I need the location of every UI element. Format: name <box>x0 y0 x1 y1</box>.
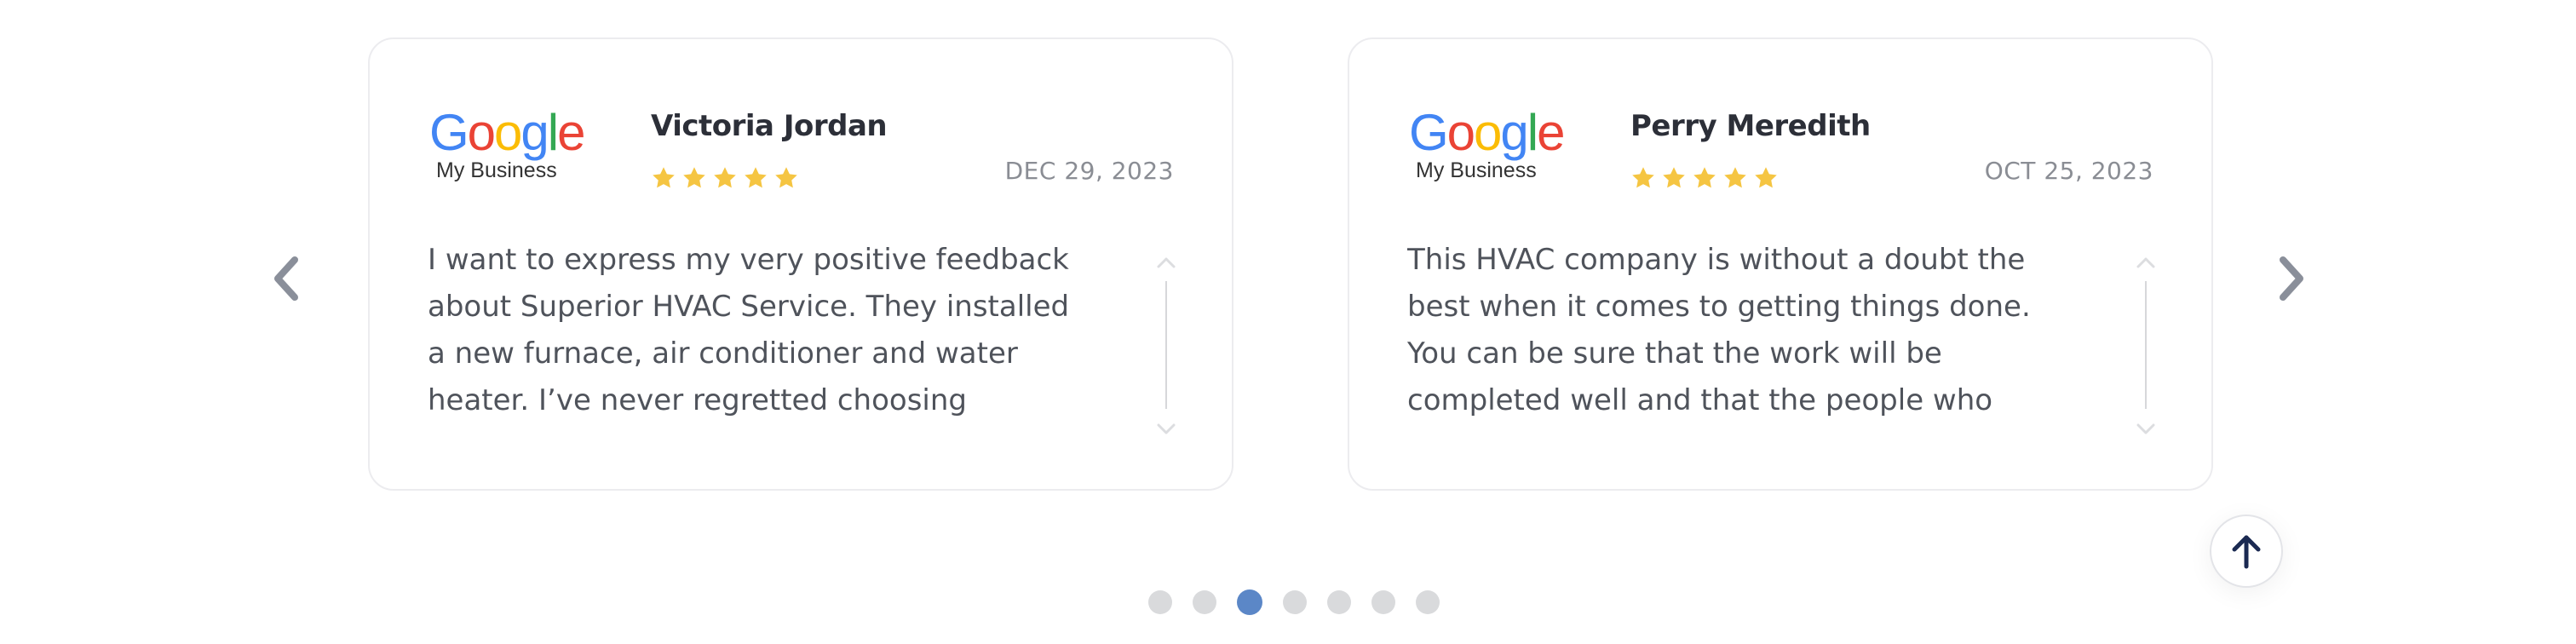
pagination-dot[interactable] <box>1148 590 1172 614</box>
platform-product: My Business <box>436 158 557 182</box>
back-to-top-button[interactable] <box>2210 515 2283 588</box>
review-text: This HVAC company is without a doubt the… <box>1407 243 2031 417</box>
chevron-up-icon[interactable] <box>1153 252 1179 273</box>
chevron-down-icon[interactable] <box>2133 419 2159 440</box>
star-icon <box>1632 167 1654 188</box>
star-icon <box>1693 167 1716 188</box>
scrollbar-track-line <box>1165 281 1167 409</box>
reviewer-name: Perry Meredith <box>1630 109 1871 143</box>
review-scrollbar[interactable] <box>2133 252 2159 434</box>
review-scrollbar[interactable] <box>1153 252 1179 434</box>
pagination-dot[interactable] <box>1193 590 1216 614</box>
google-my-business-logo: Google My Business <box>1409 104 1566 193</box>
chevron-down-icon[interactable] <box>1153 419 1179 440</box>
pagination-dot-active[interactable] <box>1237 589 1262 615</box>
review-card: Google My Business Victoria Jordan DEC 2… <box>368 37 1233 491</box>
reviewer-name: Victoria Jordan <box>651 109 888 143</box>
star-icon <box>683 167 705 188</box>
star-icon <box>775 167 797 188</box>
carousel-prev-button[interactable] <box>261 249 312 308</box>
arrow-up-icon <box>2232 535 2261 569</box>
star-icon <box>1724 167 1746 188</box>
star-rating <box>651 165 799 191</box>
pagination-dot[interactable] <box>1416 590 1440 614</box>
google-wordmark: Google <box>1409 104 1566 161</box>
pagination-dot[interactable] <box>1371 590 1395 614</box>
star-icon <box>1755 167 1777 188</box>
star-icon <box>714 167 736 188</box>
star-icon <box>653 167 675 188</box>
review-date: DEC 29, 2023 <box>1004 157 1174 185</box>
platform-product: My Business <box>1416 158 1537 182</box>
star-icon <box>745 167 767 188</box>
chevron-up-icon[interactable] <box>2133 252 2159 273</box>
review-text: I want to express my very positive feedb… <box>428 243 1070 417</box>
pagination-dot[interactable] <box>1283 590 1307 614</box>
chevron-right-icon <box>2280 256 2303 301</box>
google-my-business-logo: Google My Business <box>429 104 586 193</box>
star-icon <box>1663 167 1685 188</box>
scrollbar-track-line <box>2145 281 2147 409</box>
google-wordmark: Google <box>429 104 586 161</box>
chevron-left-icon <box>274 256 298 301</box>
pagination-dot[interactable] <box>1327 590 1351 614</box>
review-date: OCT 25, 2023 <box>1984 157 2153 185</box>
carousel-pagination <box>1148 589 1440 615</box>
review-card: Google My Business Perry Meredith OCT 25… <box>1348 37 2213 491</box>
star-rating <box>1630 165 1779 191</box>
carousel-next-button[interactable] <box>2266 249 2317 308</box>
